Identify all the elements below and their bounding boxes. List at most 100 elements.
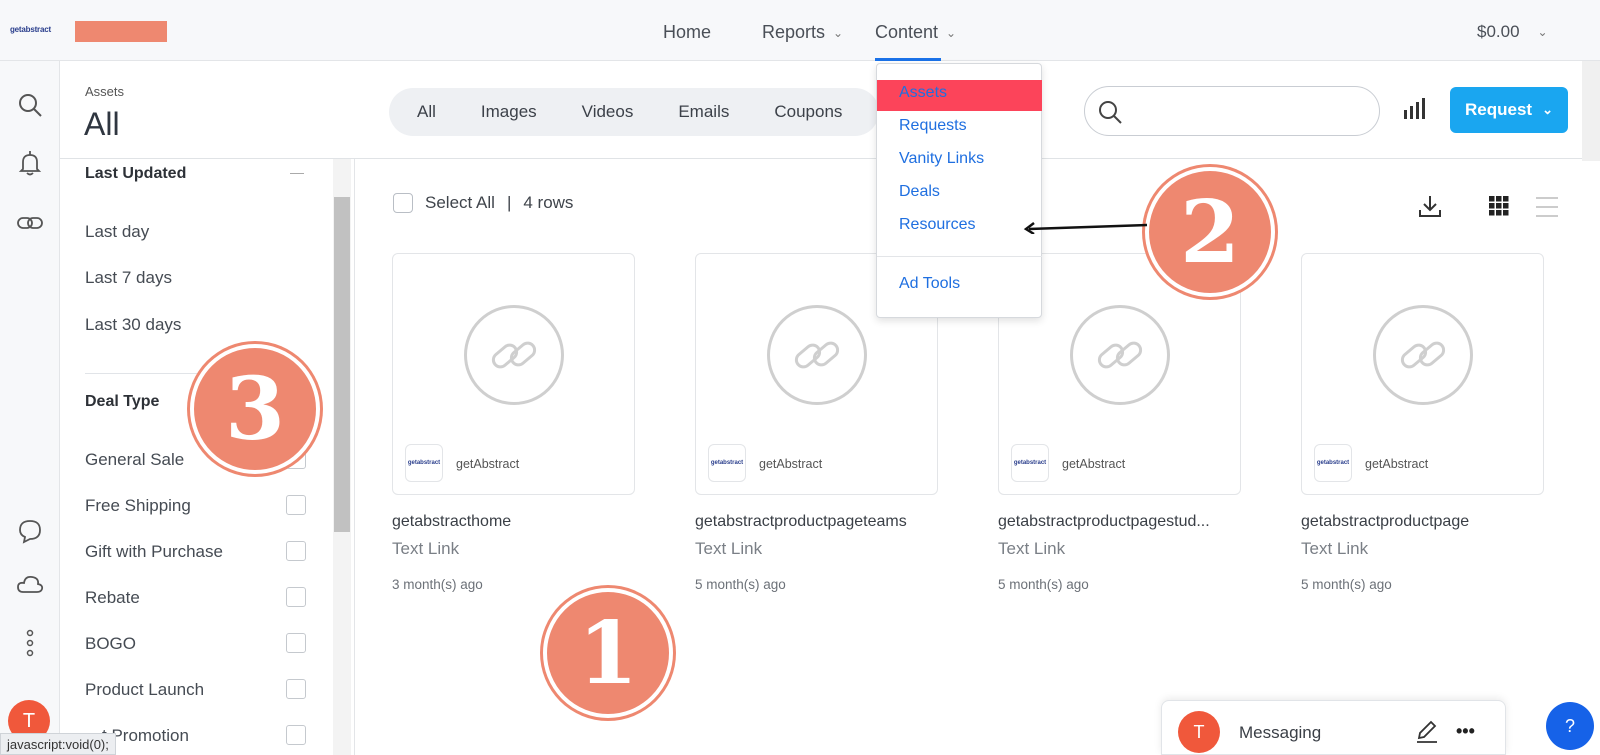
filter-option[interactable]: Last 7 days	[85, 268, 172, 288]
search-icon	[1099, 101, 1122, 124]
brand-name: getAbstract	[456, 457, 520, 471]
link-placeholder-icon	[1373, 305, 1473, 405]
separator: |	[506, 193, 512, 212]
search-input[interactable]	[1084, 86, 1380, 136]
tab-coupons[interactable]: Coupons	[774, 102, 842, 122]
card-date: 3 month(s) ago	[392, 577, 483, 592]
download-icon[interactable]	[1418, 194, 1442, 218]
filter-checkbox[interactable]	[286, 725, 306, 745]
grid-view-icon[interactable]	[1489, 196, 1509, 216]
tab-all[interactable]: All	[417, 102, 436, 122]
request-button[interactable]: Request ⌄	[1450, 87, 1568, 133]
link-placeholder-icon	[1070, 305, 1170, 405]
filter-option[interactable]: Last 30 days	[85, 315, 181, 335]
filter-scroll-thumb[interactable]	[334, 197, 350, 532]
arrow-icon	[1023, 222, 1148, 234]
chevron-down-icon: ⌄	[946, 25, 957, 40]
nav-reports[interactable]: Reports ⌄	[762, 22, 843, 43]
filter-heading-last-updated[interactable]: Last Updated	[85, 165, 186, 183]
balance-amount: $0.00	[1477, 22, 1520, 41]
search-icon[interactable]	[16, 91, 44, 119]
select-all-row: Select All | 4 rows	[393, 193, 573, 213]
filter-checkbox[interactable]	[286, 587, 306, 607]
more-vertical-icon[interactable]	[16, 629, 44, 657]
breadcrumb: Assets	[85, 84, 125, 99]
nav-home[interactable]: Home	[663, 22, 711, 43]
brand-logo-thumb: getabstract	[708, 444, 746, 482]
brand-name: getAbstract	[1365, 457, 1429, 471]
filter-option[interactable]: Rebate	[85, 588, 140, 608]
filter-option[interactable]: Free Shipping	[85, 496, 191, 516]
card-title[interactable]: getabstracthome	[392, 513, 511, 531]
card-date: 5 month(s) ago	[998, 577, 1089, 592]
asset-card[interactable]: getabstract getAbstract	[1301, 253, 1544, 495]
filter-option[interactable]: Product Launch	[85, 680, 204, 700]
request-button-label: Request	[1465, 100, 1533, 119]
more-options-icon[interactable]: •••	[1456, 721, 1475, 742]
card-type: Text Link	[392, 539, 460, 558]
nav-home-label: Home	[663, 22, 712, 42]
icon-rail	[0, 61, 60, 755]
select-all-checkbox[interactable]	[393, 193, 413, 213]
nav-content-label: Content	[875, 22, 939, 42]
messaging-bar[interactable]: T Messaging •••	[1161, 700, 1506, 755]
bar-chart-icon[interactable]	[1403, 98, 1425, 120]
brand-name: getAbstract	[1062, 457, 1126, 471]
asset-type-tabs: All Images Videos Emails Coupons	[389, 88, 879, 136]
nav-active-indicator	[875, 58, 941, 61]
tab-images[interactable]: Images	[481, 102, 537, 122]
filter-option[interactable]: BOGO	[85, 634, 136, 654]
filter-checkbox[interactable]	[286, 495, 306, 515]
menu-item-deals[interactable]: Deals	[899, 183, 940, 201]
top-navigation: getabstract Home Reports ⌄ Content ⌄ $0.00…	[0, 0, 1600, 61]
menu-item-requests[interactable]: Requests	[899, 117, 967, 135]
chevron-down-icon: ⌄	[1542, 102, 1553, 117]
filter-option[interactable]: Last day	[85, 222, 149, 242]
brand-name: getAbstract	[759, 457, 823, 471]
link-placeholder-icon	[767, 305, 867, 405]
card-title[interactable]: getabstractproductpagestud...	[998, 513, 1210, 531]
filter-option[interactable]: General Sale	[85, 450, 184, 470]
menu-item-vanity-links[interactable]: Vanity Links	[899, 150, 984, 168]
step-badge-1: 1	[543, 588, 673, 718]
collapse-icon[interactable]	[290, 173, 304, 174]
nav-reports-label: Reports	[762, 22, 826, 42]
filter-option[interactable]: Gift with Purchase	[85, 542, 223, 562]
filter-checkbox[interactable]	[286, 541, 306, 561]
card-title[interactable]: getabstractproductpageteams	[695, 513, 907, 531]
card-date: 5 month(s) ago	[695, 577, 786, 592]
card-title[interactable]: getabstractproductpage	[1301, 513, 1469, 531]
tab-emails[interactable]: Emails	[678, 102, 729, 122]
compose-icon[interactable]	[1415, 720, 1439, 744]
chat-icon[interactable]	[16, 517, 44, 545]
asset-card[interactable]: getabstract getAbstract	[392, 253, 635, 495]
link-icon[interactable]	[16, 209, 44, 237]
brand-logo-thumb: getabstract	[1011, 444, 1049, 482]
bell-icon[interactable]	[16, 149, 44, 177]
filter-checkbox[interactable]	[286, 633, 306, 653]
card-date: 5 month(s) ago	[1301, 577, 1392, 592]
messaging-avatar: T	[1178, 711, 1220, 753]
step-badge-3: 3	[190, 344, 320, 474]
redacted-block	[75, 21, 167, 42]
chevron-down-icon: ⌄	[833, 25, 844, 40]
brand-logo[interactable]: getabstract	[10, 25, 51, 34]
select-all-label[interactable]: Select All	[425, 193, 495, 213]
nav-content[interactable]: Content ⌄	[875, 22, 956, 43]
menu-item-ad-tools[interactable]: Ad Tools	[899, 275, 960, 293]
balance-menu[interactable]: $0.00 ⌄	[1477, 22, 1548, 42]
status-bar-url: javascript:void(0);	[0, 733, 116, 755]
tab-videos[interactable]: Videos	[582, 102, 634, 122]
card-type: Text Link	[1301, 539, 1369, 558]
chevron-down-icon: ⌄	[1537, 25, 1548, 39]
filter-checkbox[interactable]	[286, 679, 306, 699]
page-scrollbar[interactable]	[1582, 61, 1600, 161]
cloud-icon[interactable]	[16, 571, 44, 599]
menu-item-assets[interactable]: Assets	[899, 84, 947, 102]
messaging-label: Messaging	[1239, 723, 1322, 742]
menu-item-resources[interactable]: Resources	[899, 216, 975, 234]
help-button[interactable]: ?	[1546, 702, 1594, 750]
list-view-icon[interactable]	[1536, 196, 1558, 218]
filter-heading-deal-type[interactable]: Deal Type	[85, 393, 159, 411]
brand-logo-thumb: getabstract	[1314, 444, 1352, 482]
